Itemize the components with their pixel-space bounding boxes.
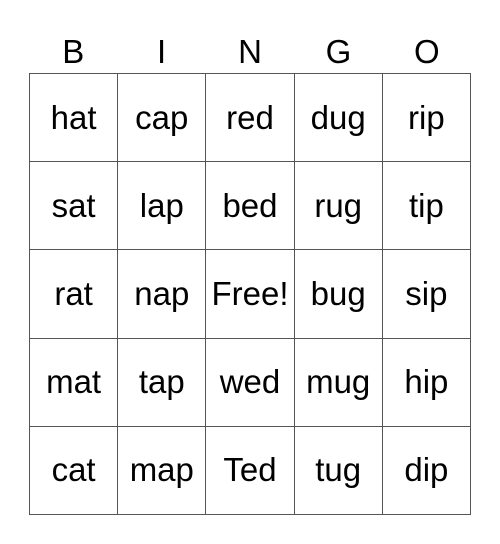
bingo-cell[interactable]: dip — [382, 426, 471, 515]
bingo-cell[interactable]: tug — [294, 426, 383, 515]
bingo-cell[interactable]: sat — [30, 162, 119, 251]
bingo-cell[interactable]: tap — [118, 338, 207, 427]
header-letter-o: O — [413, 33, 440, 70]
bingo-cell[interactable]: dug — [294, 74, 383, 163]
bingo-cell[interactable]: bug — [294, 250, 383, 339]
bingo-cell[interactable]: bed — [206, 162, 295, 251]
bingo-cell[interactable]: rat — [30, 250, 119, 339]
header-letter-i: I — [157, 33, 167, 70]
bingo-cell[interactable]: lap — [118, 162, 207, 251]
header-letter-g: G — [325, 33, 352, 70]
bingo-cell[interactable]: hat — [30, 74, 119, 163]
free-space-cell[interactable]: Free! — [206, 250, 295, 339]
header-letter-b: B — [62, 33, 85, 70]
bingo-cell[interactable]: mug — [294, 338, 383, 427]
bingo-cell[interactable]: wed — [206, 338, 295, 427]
bingo-header: B I N G O — [29, 30, 471, 73]
bingo-cell[interactable]: map — [118, 426, 207, 515]
bingo-cell[interactable]: tip — [382, 162, 471, 251]
bingo-cell[interactable]: rip — [382, 74, 471, 163]
header-letter-n: N — [238, 33, 262, 70]
bingo-cell[interactable]: Ted — [206, 426, 295, 515]
bingo-card-grid: hat cap red dug rip sat lap bed rug tip … — [29, 73, 471, 515]
bingo-cell[interactable]: cat — [30, 426, 119, 515]
bingo-cell[interactable]: hip — [382, 338, 471, 427]
bingo-cell[interactable]: sip — [382, 250, 471, 339]
bingo-cell[interactable]: nap — [118, 250, 207, 339]
bingo-cell[interactable]: cap — [118, 74, 207, 163]
bingo-cell[interactable]: rug — [294, 162, 383, 251]
bingo-cell[interactable]: mat — [30, 338, 119, 427]
bingo-cell[interactable]: red — [206, 74, 295, 163]
